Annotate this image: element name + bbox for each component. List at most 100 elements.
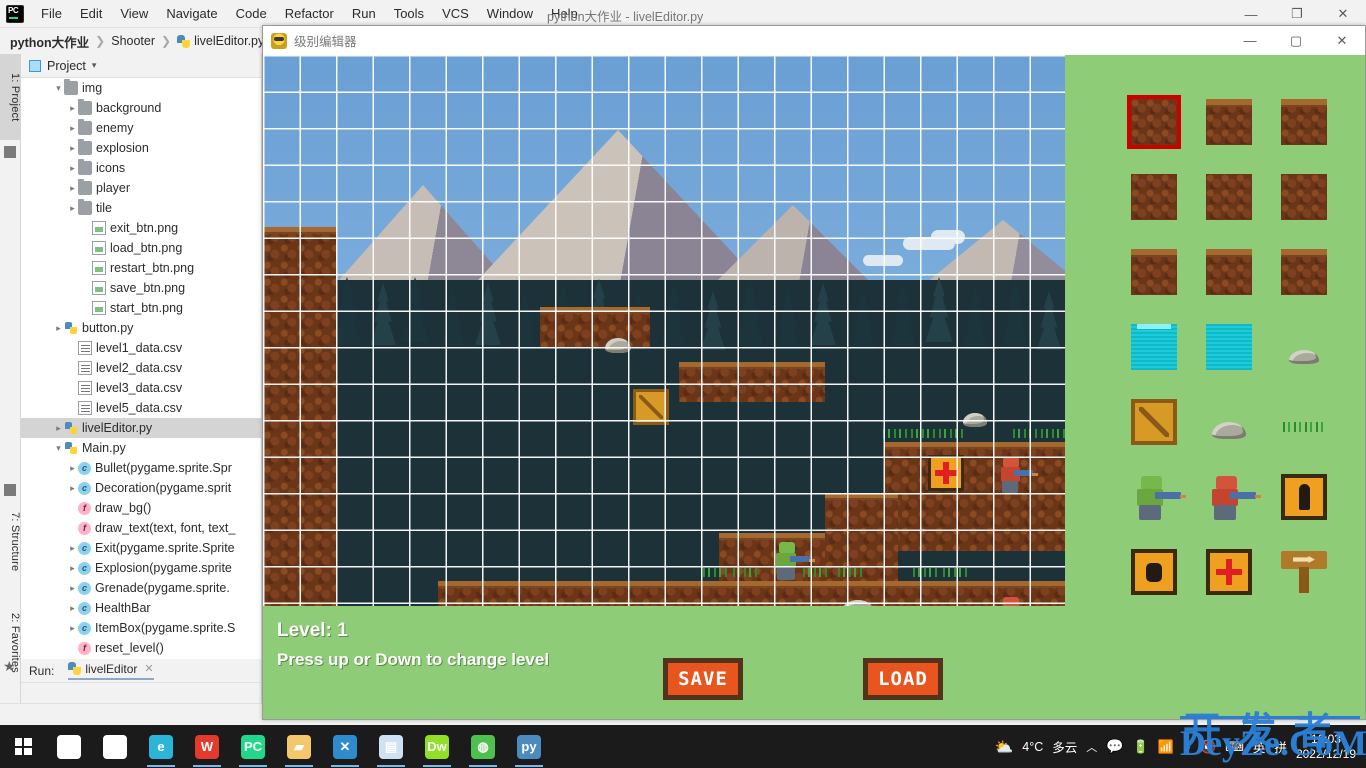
project-tree[interactable]: img background enemy explosion icons player ti… <box>21 78 261 659</box>
chevron-right-icon[interactable] <box>67 623 78 634</box>
palette-tile-dirt-platform-1[interactable] <box>1131 249 1177 295</box>
clock[interactable]: 16:03 2022/12/19 <box>1296 732 1356 762</box>
chevron-right-icon[interactable] <box>67 583 78 594</box>
level-editor-maximize-button[interactable]: ▢ <box>1273 26 1319 55</box>
close-icon[interactable]: ✕ <box>144 662 153 675</box>
chevron-right-icon[interactable] <box>67 123 78 134</box>
chevron-right-icon[interactable] <box>67 163 78 174</box>
player-soldier[interactable] <box>771 540 816 580</box>
chevron-right-icon[interactable] <box>67 543 78 554</box>
grass-tuft[interactable] <box>838 568 864 577</box>
tree-item-level5-data-csv[interactable]: level5_data.csv <box>21 398 261 418</box>
tree-item-liveleditor-py[interactable]: livelEditor.py <box>21 418 261 438</box>
tree-item-draw-bg-[interactable]: f draw_bg() <box>21 498 261 518</box>
menu-view[interactable]: View <box>111 3 157 24</box>
chevron-down-icon[interactable] <box>53 443 64 454</box>
run-config-tab[interactable]: livelEditor ✕ <box>68 662 154 680</box>
palette-tile-water-body[interactable] <box>1206 324 1252 370</box>
sidebar-tab-favorites[interactable]: 2: Favorites <box>0 594 21 692</box>
weather-temp[interactable]: 4°C <box>1022 740 1043 754</box>
tree-item-load-btn-png[interactable]: load_btn.png <box>21 238 261 258</box>
palette-tile-dirt-full-1[interactable] <box>1206 174 1252 220</box>
menu-navigate[interactable]: Navigate <box>157 3 226 24</box>
palette-tile-dirt-platform-3[interactable] <box>1281 249 1327 295</box>
palette-tile-small-rock-decoration[interactable] <box>1281 324 1327 370</box>
tree-item-bullet-pygame-sprite-spr[interactable]: c Bullet(pygame.sprite.Spr <box>21 458 261 478</box>
ide-close-button[interactable]: ✕ <box>1320 0 1366 28</box>
grass-tuft[interactable] <box>703 568 729 577</box>
palette-tile-grass-top-dirt-1[interactable] <box>1206 99 1252 145</box>
enemy-soldier[interactable] <box>996 455 1038 493</box>
taskbar-task-view-button[interactable]: ▯ <box>92 725 138 768</box>
level-canvas[interactable] <box>263 55 1065 606</box>
enemy-soldier[interactable] <box>996 595 1030 606</box>
palette-tile-enemy-soldier[interactable] <box>1206 474 1261 520</box>
grass-tuft[interactable] <box>939 429 965 438</box>
grass-tuft[interactable] <box>883 429 909 438</box>
grass-tuft[interactable] <box>733 568 759 577</box>
level-editor-minimize-button[interactable]: — <box>1227 26 1273 55</box>
load-button[interactable]: LOAD <box>863 658 943 700</box>
menu-refactor[interactable]: Refactor <box>276 3 343 24</box>
palette-tile-boulder-decoration[interactable] <box>1206 399 1252 445</box>
palette-tile-wooden-crate[interactable] <box>1131 399 1177 445</box>
chevron-right-icon[interactable] <box>67 143 78 154</box>
tree-item-main-py[interactable]: Main.py <box>21 438 261 458</box>
chevron-right-icon[interactable] <box>67 483 78 494</box>
tree-item-player[interactable]: player <box>21 178 261 198</box>
palette-tile-dirt-block-outlined[interactable] <box>1127 95 1181 149</box>
palette-tile-grenade-box[interactable] <box>1131 549 1177 595</box>
palette-tile-dirt-ragged-left[interactable] <box>1131 174 1177 220</box>
grass-tuft[interactable] <box>911 429 937 438</box>
taskbar-file-explorer[interactable]: ▰ <box>276 725 322 768</box>
ide-minimize-button[interactable]: — <box>1228 0 1274 28</box>
sidebar-tab-project[interactable]: 1: Project <box>0 54 21 140</box>
wechat-tray-icon[interactable]: 💬 <box>1106 738 1123 755</box>
chevron-right-icon[interactable] <box>67 103 78 114</box>
tree-item-save-btn-png[interactable]: save_btn.png <box>21 278 261 298</box>
tree-item-exit-btn-png[interactable]: exit_btn.png <box>21 218 261 238</box>
wifi-icon[interactable]: 📶 <box>1158 739 1174 755</box>
taskbar-dreamweaver[interactable]: Dw <box>414 725 460 768</box>
tree-item-img[interactable]: img <box>21 78 261 98</box>
tree-item-explosion[interactable]: explosion <box>21 138 261 158</box>
taskbar-search-button[interactable]: ◯ <box>46 725 92 768</box>
palette-tile-exit-sign[interactable] <box>1281 549 1327 595</box>
menu-run[interactable]: Run <box>343 3 385 24</box>
chevron-right-icon[interactable] <box>53 423 64 434</box>
palette-tile-dirt-platform-2[interactable] <box>1206 249 1252 295</box>
palette-tile-grass-tuft-decoration[interactable] <box>1281 399 1327 445</box>
palette-tile-water-surface[interactable] <box>1131 324 1177 370</box>
volume-muted-icon[interactable]: 🔇 <box>1200 739 1216 755</box>
chevron-right-icon[interactable] <box>67 183 78 194</box>
taskbar-start-button[interactable] <box>0 725 46 768</box>
sidebar-tab-structure[interactable]: 7: Structure <box>0 494 21 590</box>
tree-item-healthbar[interactable]: c HealthBar <box>21 598 261 618</box>
grass-tuft[interactable] <box>913 568 939 577</box>
health-box-item[interactable] <box>928 455 964 491</box>
dirt-block-right[interactable] <box>883 441 1065 552</box>
project-tree-header[interactable]: Project ▾ <box>21 54 261 78</box>
ime-secondary-indicator[interactable]: 拼 <box>1274 737 1287 756</box>
tree-item-itembox-pygame-sprite-s[interactable]: c ItemBox(pygame.sprite.S <box>21 618 261 638</box>
wooden-crate[interactable] <box>633 389 669 425</box>
breadcrumb-project[interactable]: python大作业 <box>10 32 89 51</box>
menu-tools[interactable]: Tools <box>385 3 433 24</box>
taskbar-pycharm[interactable]: PC <box>230 725 276 768</box>
grass-tuft[interactable] <box>1041 429 1065 438</box>
keyboard-icon[interactable]: ⌨ <box>1225 739 1244 755</box>
hotspot-icon[interactable]: ● <box>1183 739 1191 754</box>
chevron-right-icon[interactable] <box>67 563 78 574</box>
ground-floor[interactable] <box>438 580 1065 606</box>
tree-item-explosion-pygame-sprite[interactable]: c Explosion(pygame.sprite <box>21 558 261 578</box>
palette-tile-grass-top-dirt-2[interactable] <box>1281 99 1327 145</box>
weather-desc[interactable]: 多云 <box>1052 737 1077 756</box>
tree-item-enemy[interactable]: enemy <box>21 118 261 138</box>
save-button[interactable]: SAVE <box>663 658 743 700</box>
level-editor-close-button[interactable]: ✕ <box>1319 26 1365 55</box>
rock-decoration-2[interactable] <box>963 413 987 427</box>
palette-tile-player-soldier[interactable] <box>1131 474 1186 520</box>
tree-item-level3-data-csv[interactable]: level3_data.csv <box>21 378 261 398</box>
menu-file[interactable]: File <box>32 3 71 24</box>
taskbar-wechat[interactable]: ◍ <box>460 725 506 768</box>
